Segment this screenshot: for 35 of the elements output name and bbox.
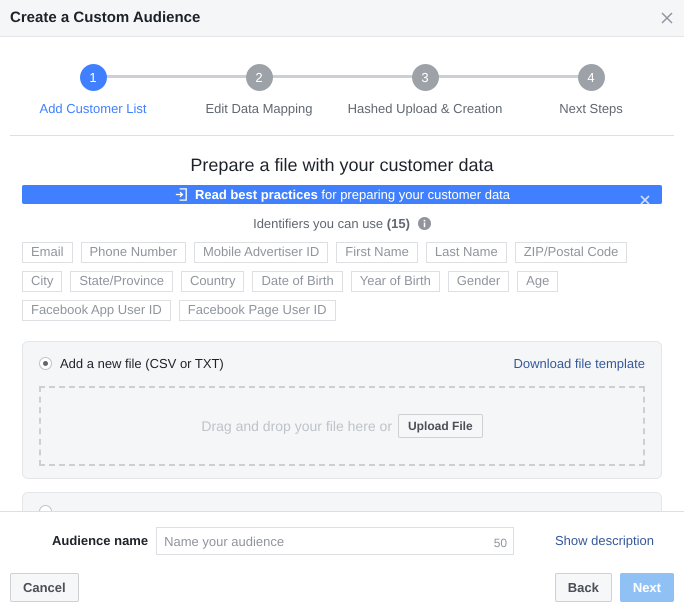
option-label: Add a new file (CSV or TXT)	[60, 354, 224, 373]
cancel-button[interactable]: Cancel	[10, 573, 79, 602]
download-template-link[interactable]: Download file template	[513, 354, 645, 373]
show-description-link[interactable]: Show description	[555, 531, 654, 551]
identifier-tag: Country	[180, 270, 244, 292]
step-label: Hashed Upload & Creation	[348, 100, 502, 118]
radio-button[interactable]	[39, 356, 52, 370]
identifier-tag: Mobile Advertiser ID	[194, 242, 328, 262]
upload-file-button[interactable]: Upload File	[398, 414, 483, 438]
identifier-tag: Phone Number	[80, 242, 186, 262]
audience-name-label: Audience name	[52, 532, 148, 550]
banner-text[interactable]: Read best practices for preparing your customer data	[194, 184, 510, 204]
back-button[interactable]: Back	[554, 573, 612, 602]
step-label: Edit Data Mapping	[206, 100, 312, 118]
close-icon[interactable]	[660, 11, 674, 25]
identifier-tag: State/Province	[70, 270, 173, 292]
identifier-tag: City	[22, 270, 62, 292]
identifier-tag: Facebook App User ID	[22, 300, 171, 320]
window-title: Create a Custom Audience	[10, 8, 200, 28]
identifier-tag: Year of Birth	[350, 270, 440, 292]
step-label: Add Customer List	[40, 100, 146, 118]
identifier-tag: Gender	[448, 270, 510, 292]
identifier-tag: Facebook Page User ID	[178, 300, 336, 320]
identifier-tag: Last Name	[426, 242, 507, 262]
identifier-tag: ZIP/Postal Code	[514, 242, 628, 262]
step-label: Next Steps	[559, 100, 623, 118]
identifier-tag: Date of Birth	[252, 270, 343, 292]
identifiers-label: Identifiers you can use (15)	[253, 215, 410, 233]
identifier-tag: Email	[22, 242, 73, 262]
identifier-tag: First Name	[336, 242, 418, 262]
section-heading: Prepare a file with your customer data	[189, 154, 495, 177]
sign-in-icon	[174, 186, 189, 202]
info-icon[interactable]	[418, 217, 431, 230]
character-counter: 50	[494, 535, 508, 552]
identifier-tag: Age	[517, 270, 558, 292]
